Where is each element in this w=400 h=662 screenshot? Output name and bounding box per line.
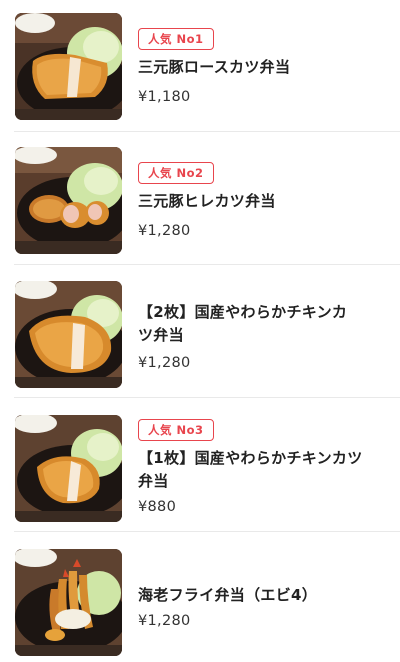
item-name: 【2枚】国産やわらかチキンカ ツ弁当 bbox=[138, 301, 384, 347]
item-name-line: ツ弁当 bbox=[138, 326, 184, 344]
item-name-line: 海老フライ弁当（エビ4） bbox=[138, 586, 318, 604]
pork-loin-cutlet-photo bbox=[15, 13, 122, 120]
menu-item-chicken-one[interactable]: 人気 No3 【1枚】国産やわらかチキンカツ 弁当 ¥880 bbox=[0, 398, 400, 532]
item-price: ¥880 bbox=[138, 499, 177, 515]
rank-badge: 人気 No3 bbox=[138, 419, 214, 441]
item-price: ¥1,280 bbox=[138, 355, 191, 371]
item-name: 【1枚】国産やわらかチキンカツ 弁当 bbox=[138, 447, 384, 493]
menu-list: 人気 No1 三元豚ロースカツ弁当 ¥1,180 人気 No2 三元豚ヒレカツ弁… bbox=[0, 0, 400, 662]
item-name-line: 三元豚ロースカツ弁当 bbox=[138, 58, 291, 76]
rank-badge: 人気 No1 bbox=[138, 28, 214, 50]
item-name-line: 【1枚】国産やわらかチキンカツ bbox=[138, 449, 363, 467]
item-price: ¥1,280 bbox=[138, 613, 191, 629]
item-name: 三元豚ヒレカツ弁当 bbox=[138, 190, 384, 213]
item-name-line: 【2枚】国産やわらかチキンカ bbox=[138, 303, 348, 321]
item-price: ¥1,280 bbox=[138, 223, 191, 239]
menu-item-fried-shrimp[interactable]: 海老フライ弁当（エビ4） ¥1,280 bbox=[0, 532, 400, 662]
item-name-line: 三元豚ヒレカツ弁当 bbox=[138, 192, 276, 210]
item-price: ¥1,180 bbox=[138, 89, 191, 105]
menu-item-chicken-two[interactable]: 【2枚】国産やわらかチキンカ ツ弁当 ¥1,280 bbox=[0, 265, 400, 398]
item-name: 海老フライ弁当（エビ4） bbox=[138, 584, 384, 607]
item-name-line: 弁当 bbox=[138, 472, 169, 490]
pork-fillet-cutlet-photo bbox=[15, 147, 122, 254]
menu-item-pork-loin[interactable]: 人気 No1 三元豚ロースカツ弁当 ¥1,180 bbox=[0, 0, 400, 132]
rank-badge: 人気 No2 bbox=[138, 162, 214, 184]
chicken-cutlet-one-photo bbox=[15, 415, 122, 522]
item-name: 三元豚ロースカツ弁当 bbox=[138, 56, 384, 79]
chicken-cutlet-two-photo bbox=[15, 281, 122, 388]
fried-shrimp-photo bbox=[15, 549, 122, 656]
menu-item-pork-fillet[interactable]: 人気 No2 三元豚ヒレカツ弁当 ¥1,280 bbox=[0, 132, 400, 265]
